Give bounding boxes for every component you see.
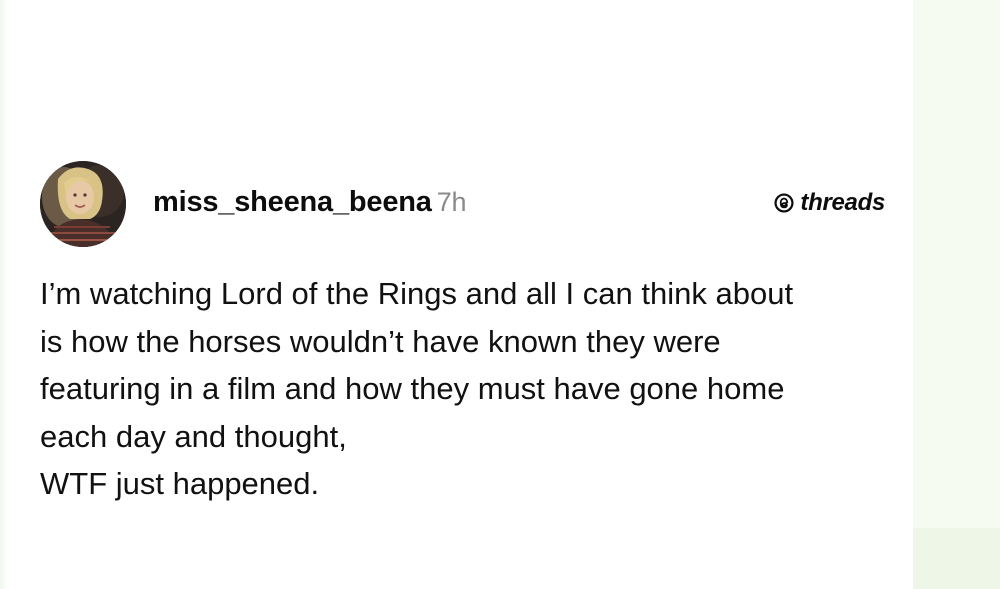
post-text-line: featuring in a film and how they must ha… bbox=[40, 371, 785, 406]
left-edge-strip bbox=[0, 0, 8, 589]
username-line: miss_sheena_beena 7h bbox=[153, 186, 467, 219]
threads-wordmark: threads bbox=[800, 189, 885, 216]
screenshot-canvas: miss_sheena_beena 7h threads I’m watching… bbox=[0, 0, 1000, 589]
right-side-panel bbox=[913, 0, 1000, 589]
threads-brand: threads bbox=[773, 189, 885, 217]
username-link[interactable]: miss_sheena_beena bbox=[153, 186, 432, 218]
post-text-line: each day and thought, bbox=[40, 418, 347, 454]
post-text-line: I’m watching Lord of the Rings and all I… bbox=[40, 276, 794, 311]
post-header: miss_sheena_beena 7h threads bbox=[40, 161, 885, 247]
post-text-line: is how the horses wouldn’t have known th… bbox=[40, 323, 721, 359]
post-text-line: WTF just happened. bbox=[40, 466, 320, 501]
avatar-image bbox=[40, 161, 126, 247]
threads-logo-icon bbox=[774, 193, 794, 213]
avatar[interactable] bbox=[40, 161, 126, 247]
post-body: I’m watching Lord of the Rings and all I… bbox=[40, 270, 900, 508]
right-side-panel-lower bbox=[913, 528, 1000, 589]
post-timestamp: 7h bbox=[436, 187, 467, 217]
